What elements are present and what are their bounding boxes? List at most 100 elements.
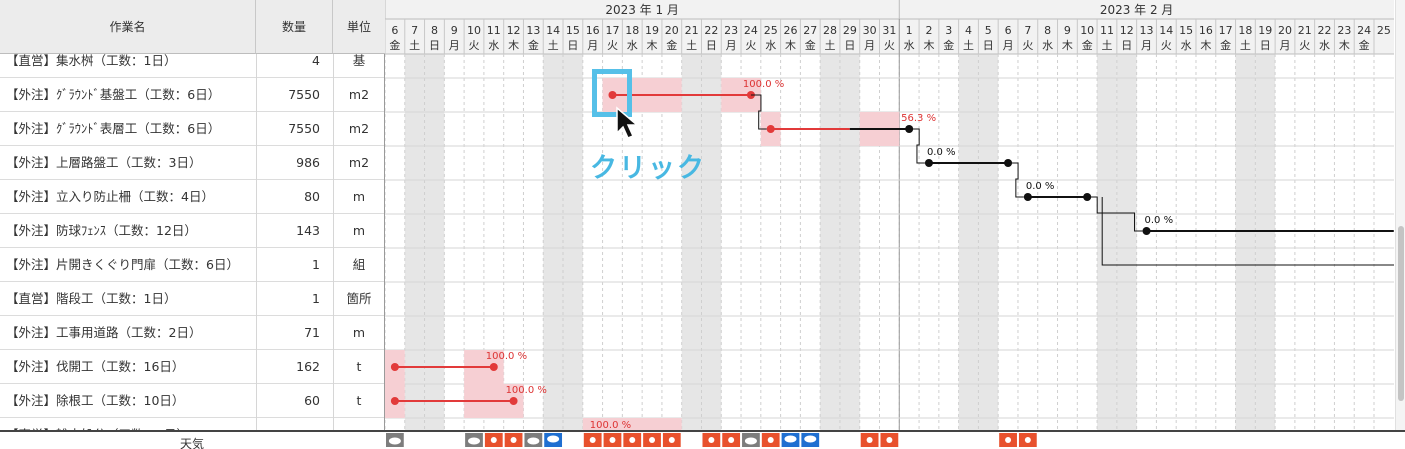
task-row[interactable]: 【外注】工事用道路（工数：2日） 71 m [0, 316, 384, 350]
task-qty: 143 [296, 223, 320, 238]
cloud-icon [468, 437, 481, 445]
weekday-label: 土 [963, 39, 974, 52]
day-number: 11 [1100, 24, 1114, 37]
task-row[interactable]: 【直営】階段工（工数：1日） 1 箇所 [0, 282, 384, 316]
task-qty: 71 [304, 325, 320, 340]
day-number: 10 [467, 24, 481, 37]
day-number: 14 [546, 24, 560, 37]
task-qty: 1 [312, 291, 320, 306]
day-number: 2 [925, 24, 932, 37]
bar-start-handle[interactable] [1142, 227, 1151, 235]
weekday-label: 木 [1062, 39, 1073, 52]
task-name: 【外注】上層路盤工（工数：3日） [6, 155, 202, 170]
task-row[interactable]: 【外注】伐開工（工数：16日） 162 t [0, 350, 384, 384]
day-number: 9 [1064, 24, 1071, 37]
bar-start-handle[interactable] [390, 363, 399, 371]
weather-icons [386, 433, 1037, 447]
weekday-label: 土 [409, 39, 420, 52]
day-number: 15 [566, 24, 580, 37]
progress-label: 0.0 % [1145, 215, 1174, 226]
weekend-column [978, 54, 999, 430]
weekend-column [1235, 54, 1256, 430]
sun-icon [589, 437, 596, 443]
task-name: 【外注】工事用道路（工数：2日） [6, 325, 202, 340]
weekday-label: 月 [449, 39, 460, 52]
task-row[interactable]: 【外注】ｸﾞﾗｳﾝﾄﾞ表層工（工数：6日） 7550 m2 [0, 112, 384, 146]
task-row[interactable]: 【外注】片開きくぐり門扉（工数：6日） 1 組 [0, 248, 384, 282]
task-row[interactable]: 【外注】立入り防止柵（工数：4日） 80 m [0, 180, 384, 214]
task-unit: m [352, 223, 366, 238]
bar-end-handle[interactable] [509, 397, 518, 405]
day-number: 17 [605, 24, 619, 37]
sun-icon [668, 437, 675, 443]
mouse-cursor-icon [616, 106, 640, 139]
day-number: 19 [645, 24, 659, 37]
weekday-label: 水 [627, 39, 638, 52]
vertical-scrollbar[interactable] [1395, 0, 1405, 430]
sun-icon [1005, 437, 1012, 443]
weekday-label: 日 [429, 39, 440, 52]
day-number: 17 [1219, 24, 1233, 37]
day-number: 12 [1120, 24, 1134, 37]
weekday-label: 日 [706, 39, 717, 52]
day-number: 6 [391, 24, 398, 37]
weekday-label: 金 [666, 38, 677, 52]
progress-label: 100.0 % [506, 385, 547, 396]
cloud-icon [527, 437, 540, 445]
progress-label: 100.0 % [743, 79, 784, 90]
weekday-label: 水 [1319, 39, 1330, 52]
scrollbar-thumb[interactable] [1398, 226, 1404, 401]
task-name: 【直営】階段工（工数：1日） [6, 291, 177, 306]
task-name: 【外注】伐開工（工数：16日） [6, 359, 185, 374]
weekday-label: 火 [1299, 39, 1310, 52]
bar-start-handle[interactable] [924, 159, 933, 167]
month-label: 2023 年 1 月 [605, 3, 679, 17]
task-name: 【直営】集水桝（工数：1日） [6, 53, 177, 68]
bar-start-handle[interactable] [766, 125, 775, 133]
weekday-label: 月 [587, 39, 598, 52]
day-number: 25 [1377, 24, 1391, 37]
gantt-canvas[interactable]: 2023 年 1 月 2023 年 2 月6金7土8日9月10火11水12木13金… [385, 0, 1394, 430]
month-label: 2023 年 2 月 [1100, 3, 1174, 17]
weekday-label: 月 [1279, 39, 1290, 52]
task-unit: t [356, 393, 362, 408]
day-number: 8 [1044, 24, 1051, 37]
task-qty: 986 [296, 155, 320, 170]
weekend-column [958, 54, 979, 430]
task-row[interactable]: 【外注】上層路盤工（工数：3日） 986 m2 [0, 146, 384, 180]
task-row[interactable]: 【外注】防球ﾌｪﾝｽ（工数：12日） 143 m [0, 214, 384, 248]
task-unit: m2 [348, 87, 370, 102]
day-number: 20 [1278, 24, 1292, 37]
weekday-label: 木 [923, 39, 934, 52]
task-row[interactable]: 【外注】除根工（工数：10日） 60 t [0, 384, 384, 418]
weekend-column [404, 54, 425, 430]
sun-icon [1024, 437, 1031, 443]
day-number: 31 [882, 24, 896, 37]
day-number: 18 [625, 24, 639, 37]
sun-icon [708, 437, 715, 443]
task-row[interactable]: 【外注】ｸﾞﾗｳﾝﾄﾞ基盤工（工数：6日） 7550 m2 [0, 78, 384, 112]
bar-start-handle[interactable] [1023, 193, 1032, 201]
weekday-label: 日 [844, 39, 855, 52]
column-divider [256, 54, 257, 430]
bar-start-handle[interactable] [390, 397, 399, 405]
weekday-label: 土 [1240, 39, 1251, 52]
gantt-chart[interactable]: 2023 年 1 月 2023 年 2 月 6 金 7 土 8 日 9 月 10 火 11 水 12 木 13 金… [385, 0, 1394, 430]
day-number: 15 [1179, 24, 1193, 37]
task-name: 【外注】片開きくぐり門扉（工数：6日） [6, 257, 239, 272]
weekday-label: 火 [607, 39, 618, 52]
sun-icon [767, 437, 774, 443]
bar-end-handle[interactable] [489, 363, 498, 371]
day-number: 30 [863, 24, 877, 37]
progress-label: 56.3 % [901, 113, 936, 124]
weekend-column [543, 54, 564, 430]
day-number: 26 [783, 24, 797, 37]
rain-icon [547, 435, 560, 443]
weekday-label: 金 [528, 38, 539, 52]
day-number: 16 [586, 24, 600, 37]
task-qty: 4 [312, 53, 320, 68]
task-row[interactable]: 【直営】集水桝（工数：1日） 4 基 [0, 44, 384, 78]
weather-footer: 天気 [0, 430, 1405, 449]
task-qty: 7550 [288, 87, 320, 102]
task-qty: 80 [304, 189, 320, 204]
